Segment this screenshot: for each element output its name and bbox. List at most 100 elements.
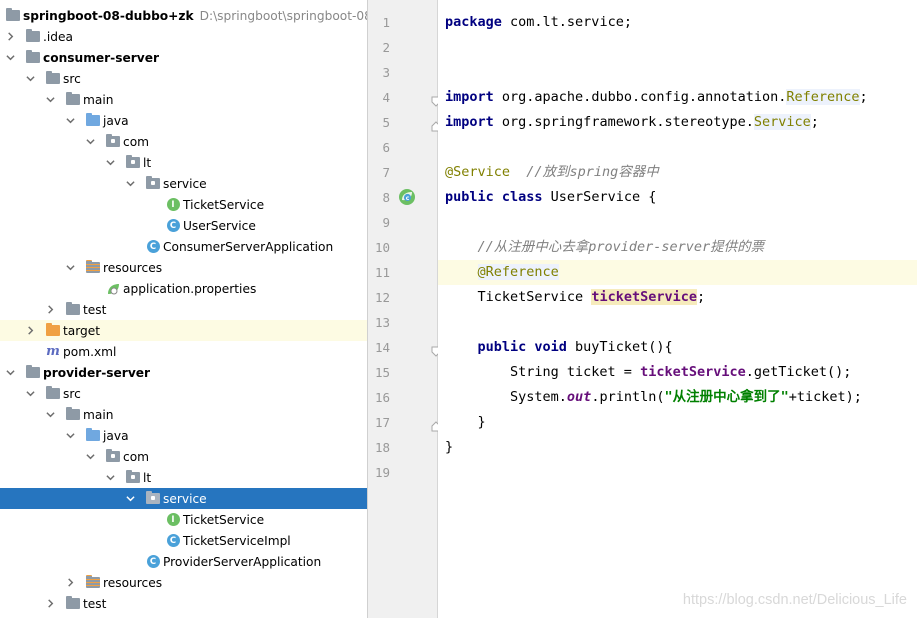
package-icon <box>145 491 161 507</box>
folder-icon <box>45 71 61 87</box>
code-editor[interactable]: package com.lt.service; import org.apach… <box>438 0 917 618</box>
line-number: 10 <box>374 240 390 255</box>
tree-item-provider-server[interactable]: provider-server <box>0 362 367 383</box>
code-line-5[interactable]: import org.springframework.stereotype.Se… <box>438 110 917 135</box>
line-number: 11 <box>374 265 390 280</box>
line-number: 17 <box>374 415 390 430</box>
tree-item-ticketservice[interactable]: I TicketService <box>0 509 367 530</box>
code-line-12[interactable]: TicketService ticketService; <box>438 285 917 310</box>
spring-bean-icon[interactable]: c <box>398 188 416 210</box>
tree-item-java[interactable]: java <box>0 425 367 446</box>
package-icon <box>105 134 121 150</box>
tree-item-ticketservice[interactable]: I TicketService <box>0 194 367 215</box>
tree-item-main[interactable]: main <box>0 89 367 110</box>
folder-icon <box>25 29 41 45</box>
tree-item-target[interactable]: target <box>0 320 367 341</box>
tree-item-userservice[interactable]: C UserService <box>0 215 367 236</box>
chevron-down-icon[interactable] <box>65 263 75 273</box>
tree-item-test[interactable]: test <box>0 593 367 614</box>
tree-item-main[interactable]: main <box>0 404 367 425</box>
code-line-11-current[interactable]: @Reference <box>438 260 917 285</box>
tree-item-application-properties[interactable]: application.properties <box>0 278 367 299</box>
tree-item-lt[interactable]: lt <box>0 152 367 173</box>
editor-gutter: 1 2 3 4 5 6 7 8 9 10 11 12 13 14 15 16 1… <box>367 0 441 618</box>
chevron-down-icon[interactable] <box>85 137 95 147</box>
tree-item-test[interactable]: test <box>0 299 367 320</box>
chevron-down-icon[interactable] <box>45 410 55 420</box>
chevron-down-icon[interactable] <box>25 74 35 84</box>
tree-item-service-selected[interactable]: service <box>0 488 367 509</box>
chevron-down-icon[interactable] <box>45 95 55 105</box>
tree-item-resources[interactable]: resources <box>0 257 367 278</box>
package-icon <box>125 155 141 171</box>
code-line-16[interactable]: System.out.println("从注册中心拿到了"+ticket); <box>438 385 917 410</box>
watermark: https://blog.csdn.net/Delicious_Life <box>682 592 907 608</box>
chevron-right-icon[interactable] <box>45 599 55 609</box>
code-line-18[interactable]: } <box>438 435 917 460</box>
tree-item-service[interactable]: service <box>0 173 367 194</box>
chevron-right-icon[interactable] <box>45 305 55 315</box>
chevron-down-icon[interactable] <box>85 452 95 462</box>
chevron-down-icon[interactable] <box>65 431 75 441</box>
code-line-10[interactable]: //从注册中心去拿provider-server提供的票 <box>438 235 917 260</box>
tree-item-label: .idea <box>43 29 73 44</box>
code-line-1[interactable]: package com.lt.service; <box>438 10 917 35</box>
project-name: springboot-08-dubbo+zk <box>23 8 194 23</box>
tree-item-consumerserverapplication[interactable]: C ConsumerServerApplication <box>0 236 367 257</box>
line-number: 6 <box>382 140 390 155</box>
tree-item-label: UserService <box>183 218 256 233</box>
tree-item-consumer-server[interactable]: consumer-server <box>0 47 367 68</box>
spring-boot-class-icon: C <box>145 554 161 570</box>
tree-item-label: ConsumerServerApplication <box>163 239 334 254</box>
tree-item-java[interactable]: java <box>0 110 367 131</box>
chevron-down-icon[interactable] <box>125 494 135 504</box>
project-tree: springboot-08-dubbo+zk D:\springboot\spri… <box>0 0 367 618</box>
spring-boot-class-icon: C <box>145 239 161 255</box>
tree-item-label: src <box>63 71 81 86</box>
tree-item-lt[interactable]: lt <box>0 467 367 488</box>
tree-item-label: provider-server <box>43 365 151 380</box>
package-icon <box>125 470 141 486</box>
code-line-14[interactable]: public void buyTicket(){ <box>438 335 917 360</box>
chevron-right-icon[interactable] <box>25 326 35 336</box>
line-number: 2 <box>382 40 390 55</box>
tree-item-idea[interactable]: .idea <box>0 26 367 47</box>
tree-item-label: lt <box>143 155 152 170</box>
chevron-down-icon[interactable] <box>5 53 15 63</box>
code-line-15[interactable]: String ticket = ticketService.getTicket(… <box>438 360 917 385</box>
tree-item-src[interactable]: src <box>0 68 367 89</box>
project-path: D:\springboot\springboot-08-d <box>199 8 367 23</box>
chevron-down-icon[interactable] <box>105 473 115 483</box>
chevron-right-icon[interactable] <box>5 32 15 42</box>
code-line-17[interactable]: } <box>438 410 917 435</box>
resources-folder-icon <box>85 260 101 276</box>
chevron-right-icon[interactable] <box>65 578 75 588</box>
chevron-down-icon[interactable] <box>25 389 35 399</box>
tree-item-ticketserviceimpl[interactable]: C TicketServiceImpl <box>0 530 367 551</box>
tree-item-src[interactable]: src <box>0 383 367 404</box>
code-line-7[interactable]: @Service //放到spring容器中 <box>438 160 917 185</box>
code-line-4[interactable]: import org.apache.dubbo.config.annotatio… <box>438 85 917 110</box>
tree-root[interactable]: springboot-08-dubbo+zk D:\springboot\spri… <box>0 5 367 26</box>
tree-item-label: pom.xml <box>63 344 117 359</box>
tree-item-label: consumer-server <box>43 50 159 65</box>
chevron-down-icon[interactable] <box>65 116 75 126</box>
line-number: 18 <box>374 440 390 455</box>
tree-item-com[interactable]: com <box>0 131 367 152</box>
chevron-down-icon[interactable] <box>5 368 15 378</box>
interface-icon: I <box>165 512 181 528</box>
chevron-down-icon[interactable] <box>105 158 115 168</box>
tree-item-com[interactable]: com <box>0 446 367 467</box>
tree-item-label: java <box>103 113 129 128</box>
class-icon: C <box>165 218 181 234</box>
tree-item-resources[interactable]: resources <box>0 572 367 593</box>
excluded-folder-icon <box>45 323 61 339</box>
chevron-down-icon[interactable] <box>125 179 135 189</box>
tree-item-label: service <box>163 176 207 191</box>
tree-item-label: resources <box>103 575 163 590</box>
tree-item-providerserverapplication[interactable]: C ProviderServerApplication <box>0 551 367 572</box>
code-line-8[interactable]: public class UserService { <box>438 185 917 210</box>
tree-item-label: com <box>123 449 150 464</box>
tree-item-pom-xml[interactable]: m pom.xml <box>0 341 367 362</box>
line-number: 9 <box>382 215 390 230</box>
